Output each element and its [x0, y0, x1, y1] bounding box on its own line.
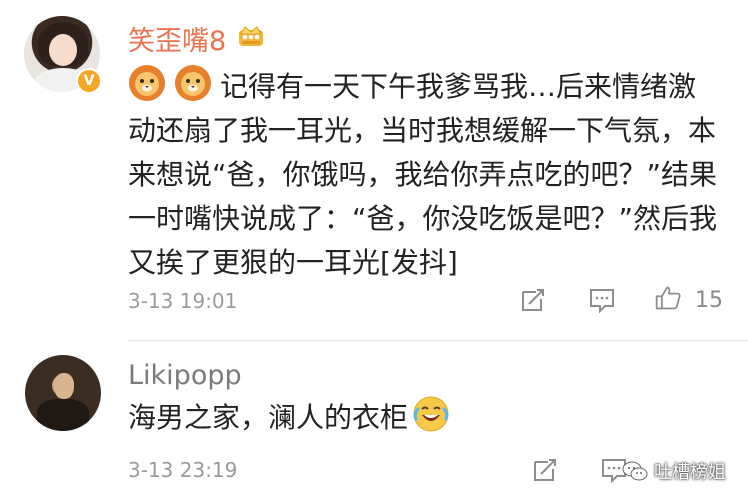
username[interactable]: 笑歪嘴8: [128, 19, 226, 58]
share-icon[interactable]: [531, 456, 559, 484]
comment-body: 记得有一天下午我爹骂我…后来情绪激动还扇了我一耳光，当时我想缓解一下气氛，本来想…: [128, 70, 718, 279]
verified-badge: V: [76, 68, 102, 94]
like-count: 15: [695, 288, 723, 313]
avatar-face: [54, 373, 74, 399]
share-icon[interactable]: [519, 286, 547, 314]
comment-text: 海男之家，澜人的衣柜: [128, 395, 718, 440]
wechat-icon: [622, 461, 648, 481]
comment-body: 海男之家，澜人的衣柜: [128, 401, 409, 434]
comment-time: 3-13 19:01: [128, 289, 238, 313]
comment-time: 3-13 23:19: [128, 458, 238, 482]
watermark-text: 吐槽榜姐: [654, 462, 726, 483]
reply-icon[interactable]: [588, 286, 616, 314]
crown-icon: [239, 26, 263, 46]
comment-thread: V 笑歪嘴8 记得有一天下午我爹骂我…后来情绪激动还扇了我一耳光，当时我想缓解一…: [0, 0, 748, 500]
comment-item: V 笑歪嘴8 记得有一天下午我爹骂我…后来情绪激动还扇了我一耳光，当时我想缓解一…: [0, 0, 748, 340]
username[interactable]: Likipopp: [128, 360, 242, 391]
laugh-cry-emoji: [413, 396, 449, 432]
like-icon[interactable]: [654, 284, 682, 312]
lion-emoji: [129, 65, 165, 101]
watermark: 吐槽榜姐: [622, 456, 726, 486]
comment-text: 记得有一天下午我爹骂我…后来情绪激动还扇了我一耳光，当时我想缓解一下气氛，本来想…: [128, 64, 718, 285]
avatar-face: [49, 34, 77, 66]
avatar[interactable]: [25, 355, 101, 431]
lion-emoji: [175, 65, 211, 101]
avatar-body: [37, 399, 89, 431]
